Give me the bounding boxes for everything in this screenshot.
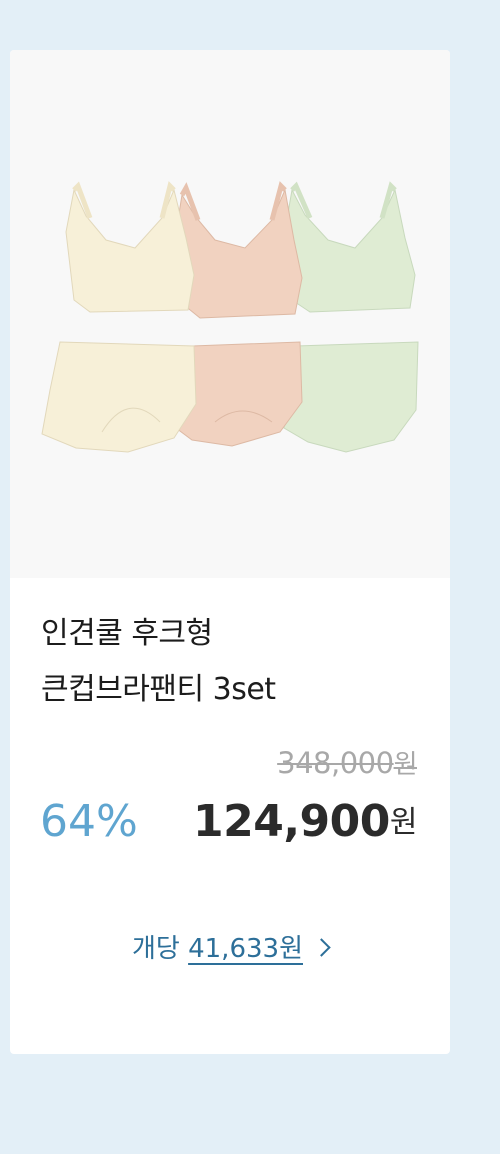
discount-rate: 64% <box>40 796 138 847</box>
sale-price-currency: 원 <box>389 805 418 840</box>
bra-mint <box>284 181 416 313</box>
unit-price-label: 개당 <box>131 934 180 964</box>
product-image[interactable] <box>10 50 450 578</box>
unit-price-link[interactable]: 개당 41,633원 <box>10 928 450 965</box>
sale-price-value: 124,900 <box>192 796 390 847</box>
chevron-right-icon <box>312 938 331 957</box>
bra-peach <box>175 181 303 319</box>
bra-ivory <box>65 181 195 313</box>
original-price-value: 348,000 <box>277 746 394 780</box>
original-price: 348,000원 <box>277 744 417 781</box>
product-title-line2: 큰컵브라팬티 3set <box>41 672 276 707</box>
product-photo-illustration <box>41 181 419 453</box>
sale-price: 124,900원 <box>192 796 418 847</box>
unit-price-value: 41,633원 <box>188 934 303 964</box>
panty-ivory <box>41 341 197 453</box>
product-card[interactable]: 인견쿨 후크형 큰컵브라팬티 3set 348,000원 64% 124,900… <box>10 50 450 1054</box>
original-price-currency: 원 <box>393 750 418 780</box>
panty-mint <box>283 341 419 453</box>
product-title-line1: 인견쿨 후크형 <box>41 616 213 651</box>
product-title[interactable]: 인견쿨 후크형 큰컵브라팬티 3set <box>41 606 421 718</box>
